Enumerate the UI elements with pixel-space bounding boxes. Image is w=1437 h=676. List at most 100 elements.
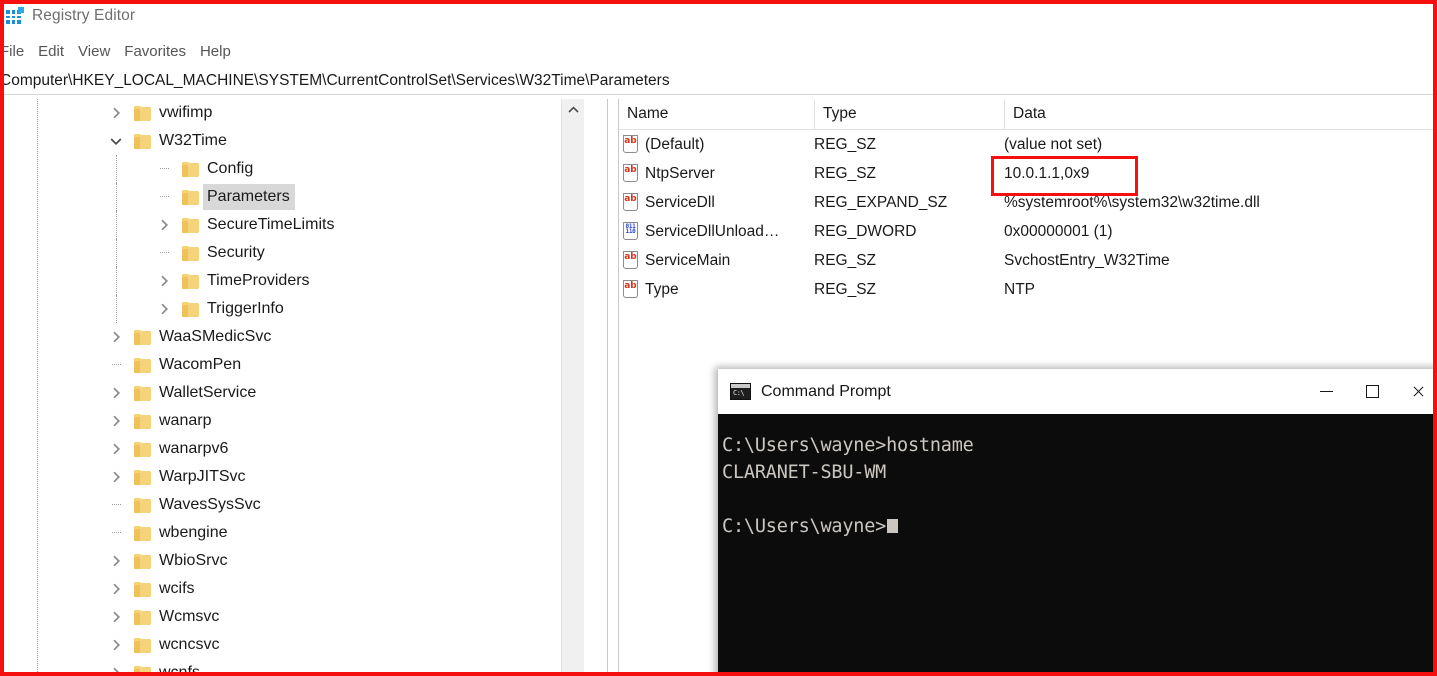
value-row[interactable]: ab (Default) REG_SZ (value not set) <box>619 130 1433 159</box>
tree-item-label: wanarpv6 <box>159 440 229 457</box>
menu-item-file[interactable]: File <box>4 43 31 60</box>
tree-item[interactable]: wcifs <box>4 575 584 603</box>
console-line: C:\Users\wayne>hostname <box>722 435 974 456</box>
tree-item[interactable]: WacomPen <box>4 351 584 379</box>
tree-item[interactable]: TimeProviders <box>4 267 584 295</box>
value-name: Type <box>645 280 679 298</box>
tree-connector-line <box>116 183 117 211</box>
chevron-right-icon[interactable] <box>108 329 124 345</box>
tree-leaf-connector <box>108 497 124 513</box>
tree-item[interactable]: WalletService <box>4 379 584 407</box>
command-prompt-title-bar[interactable]: C:\ Command Prompt <box>718 369 1433 415</box>
value-data: NTP <box>1004 280 1035 298</box>
value-name: ServiceDll <box>645 193 715 211</box>
column-header-type[interactable]: Type <box>814 99 1004 129</box>
chevron-right-icon[interactable] <box>108 385 124 401</box>
value-data: (value not set) <box>1004 135 1103 153</box>
tree-item-label: wcncsvc <box>159 636 220 653</box>
screenshot-root: Registry Editor File Edit View Favorites… <box>0 0 1437 676</box>
column-header-data[interactable]: Data <box>1004 99 1433 129</box>
menu-item-favorites[interactable]: Favorites <box>117 43 193 60</box>
tree-item-label: TimeProviders <box>207 272 310 289</box>
close-button[interactable] <box>1395 369 1433 414</box>
tree-item[interactable]: WarpJITSvc <box>4 463 584 491</box>
maximize-button[interactable] <box>1349 369 1395 414</box>
folder-icon <box>134 105 151 121</box>
tree-item[interactable]: WbioSrvc <box>4 547 584 575</box>
tree-item-label: WaaSMedicSvc <box>159 328 272 345</box>
value-type: REG_EXPAND_SZ <box>814 193 948 211</box>
tree-item[interactable]: wanarp <box>4 407 584 435</box>
console-output-area[interactable]: C:\Users\wayne>hostname CLARANET-SBU-WM C… <box>718 414 1433 672</box>
value-row[interactable]: 011 110 ServiceDllUnload… REG_DWORD 0x000000… <box>619 217 1433 246</box>
folder-icon <box>134 525 151 541</box>
pane-splitter[interactable] <box>607 99 619 672</box>
chevron-right-icon[interactable] <box>108 553 124 569</box>
chevron-right-icon[interactable] <box>108 105 124 121</box>
folder-icon <box>134 469 151 485</box>
chevron-right-icon[interactable] <box>108 581 124 597</box>
menu-item-view[interactable]: View <box>71 43 117 60</box>
chevron-right-icon[interactable] <box>156 301 172 317</box>
tree-item[interactable]: Parameters <box>4 183 584 211</box>
tree-item[interactable]: Security <box>4 239 584 267</box>
chevron-right-icon[interactable] <box>108 609 124 625</box>
tree-leaf-connector <box>156 245 172 261</box>
tree-item-label: WacomPen <box>159 356 242 373</box>
registry-path: Computer\HKEY_LOCAL_MACHINE\SYSTEM\Curre… <box>0 72 670 89</box>
menu-bar: File Edit View Favorites Help <box>4 38 1433 64</box>
values-header-row: Name Type Data <box>619 99 1433 130</box>
value-row[interactable]: ab Type REG_SZ NTP <box>619 275 1433 304</box>
menu-item-help[interactable]: Help <box>193 43 238 60</box>
chevron-right-icon[interactable] <box>108 413 124 429</box>
tree-scrollbar[interactable] <box>561 99 584 672</box>
column-header-name[interactable]: Name <box>619 99 814 129</box>
chevron-right-icon[interactable] <box>108 637 124 653</box>
chevron-down-icon[interactable] <box>108 133 124 149</box>
folder-icon <box>182 161 199 177</box>
folder-icon <box>134 581 151 597</box>
value-row[interactable]: ab ServiceDll REG_EXPAND_SZ %systemroot%\sy… <box>619 188 1433 217</box>
folder-icon <box>134 441 151 457</box>
chevron-right-icon[interactable] <box>108 441 124 457</box>
tree-leaf-connector <box>156 161 172 177</box>
chevron-right-icon[interactable] <box>156 273 172 289</box>
tree-item-label: wbengine <box>159 524 228 541</box>
value-type: REG_SZ <box>814 251 877 269</box>
tree-item[interactable]: SecureTimeLimits <box>4 211 584 239</box>
tree-item[interactable]: wcnfs <box>4 659 584 672</box>
scroll-up-arrow-icon[interactable] <box>562 99 584 121</box>
registry-tree-pane: vwifimp W32Time Config Parameters SecureTime… <box>4 99 584 672</box>
tree-leaf-connector <box>108 357 124 373</box>
value-type: REG_SZ <box>814 280 877 298</box>
tree-item[interactable]: wcncsvc <box>4 631 584 659</box>
folder-icon <box>134 637 151 653</box>
folder-icon <box>134 385 151 401</box>
chevron-right-icon[interactable] <box>108 469 124 485</box>
address-bar[interactable]: Computer\HKEY_LOCAL_MACHINE\SYSTEM\Curre… <box>0 68 1433 95</box>
tree-item[interactable]: wanarpv6 <box>4 435 584 463</box>
chevron-right-icon[interactable] <box>156 217 172 233</box>
tree-item[interactable]: WaaSMedicSvc <box>4 323 584 351</box>
tree-item[interactable]: TriggerInfo <box>4 295 584 323</box>
command-prompt-window: C:\ Command Prompt C:\Users\wayne>hostna… <box>718 369 1433 672</box>
value-data: 10.0.1.1,0x9 <box>1004 164 1090 182</box>
tree-item[interactable]: wbengine <box>4 519 584 547</box>
folder-icon <box>134 133 151 149</box>
window-controls <box>1303 369 1433 414</box>
tree-item[interactable]: Wcmsvc <box>4 603 584 631</box>
tree-item-label: Config <box>207 160 254 177</box>
minimize-button[interactable] <box>1303 369 1349 414</box>
tree-item[interactable]: WavesSysSvc <box>4 491 584 519</box>
chevron-right-icon[interactable] <box>108 665 124 672</box>
menu-item-edit[interactable]: Edit <box>31 43 71 60</box>
tree-leaf-connector <box>156 189 172 205</box>
folder-icon <box>182 189 199 205</box>
tree-leaf-connector <box>108 525 124 541</box>
value-type: REG_SZ <box>814 135 877 153</box>
tree-item[interactable]: Config <box>4 155 584 183</box>
value-row[interactable]: ab ServiceMain REG_SZ SvchostEntry_W32Time <box>619 246 1433 275</box>
tree-item[interactable]: vwifimp <box>4 99 584 127</box>
tree-item[interactable]: W32Time <box>4 127 584 155</box>
value-row[interactable]: ab NtpServer REG_SZ 10.0.1.1,0x9 <box>619 159 1433 188</box>
